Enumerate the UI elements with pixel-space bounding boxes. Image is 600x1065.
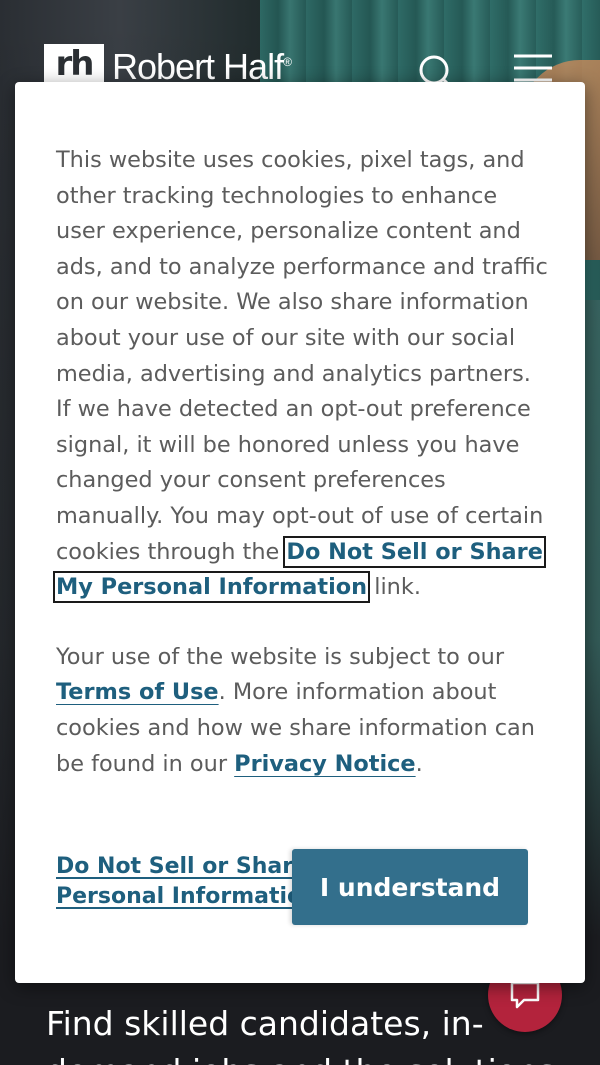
cookie-paragraph-1-text: This website uses cookies, pixel tags, a… (56, 147, 548, 565)
search-button[interactable] (416, 50, 456, 90)
logo-registered: ® (283, 54, 292, 69)
cookie-consent-dialog: This website uses cookies, pixel tags, a… (15, 82, 585, 983)
robert-half-logo[interactable]: rh Robert Half® (44, 44, 292, 87)
cookie-consent-text: This website uses cookies, pixel tags, a… (53, 143, 551, 782)
i-understand-button[interactable]: I understand (292, 849, 528, 925)
hamburger-menu-icon (514, 54, 552, 82)
site-header: rh Robert Half® (0, 0, 600, 90)
cookie-paragraph-2-text: Your use of the website is subject to ou… (56, 643, 505, 670)
hero-headline: Find skilled candidates, in-demand jobs … (46, 1004, 555, 1065)
do-not-sell-footer-link-text: Do Not Sell or Share My Personal Informa… (56, 854, 296, 909)
privacy-notice-link[interactable]: Privacy Notice (234, 751, 415, 777)
cookie-paragraph-1: This website uses cookies, pixel tags, a… (53, 143, 551, 606)
menu-button[interactable] (510, 50, 554, 84)
terms-of-use-link[interactable]: Terms of Use (56, 679, 219, 705)
do-not-sell-footer-link[interactable]: Do Not Sell or Share My Personal Informa… (56, 852, 296, 912)
cookie-paragraph-1-end: link. (367, 574, 421, 601)
logo-text: Robert Half (112, 45, 284, 87)
cookie-paragraph-2: Your use of the website is subject to ou… (56, 640, 551, 782)
cookie-paragraph-2-end: . (415, 750, 423, 777)
chat-icon (510, 981, 540, 1009)
search-icon (419, 55, 454, 90)
logo-mark: rh (44, 44, 104, 84)
